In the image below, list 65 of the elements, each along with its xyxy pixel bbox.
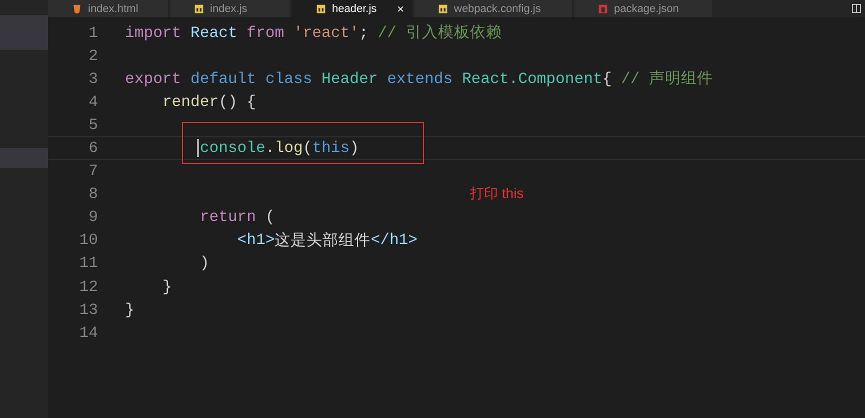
tab-label: webpack.config.js [454,2,541,14]
editor-tab[interactable]: package.json [574,0,712,17]
code-token: } [162,278,172,296]
code-token: export [125,70,182,88]
line-number: 7 [88,162,98,180]
line-number: 8 [88,185,98,204]
code-token: ) [350,139,359,158]
js-file-icon [194,4,204,14]
line-number: 4 [88,92,98,111]
code-token: Header [322,70,379,88]
code-token: extends [387,70,454,88]
code-token: </h1> [370,231,418,250]
code-token: ( [302,139,312,158]
tab-label: index.html [88,2,138,14]
code-token: from [246,24,286,42]
line-number: 9 [88,208,98,226]
code-token: ) [200,254,210,272]
code-token: ( [265,208,275,226]
code-token: 这是头部组件 [274,230,371,251]
line-number: 12 [78,278,98,296]
code-token: class [265,70,314,88]
code-token: <h1> [237,231,275,250]
sidebar-highlight [0,15,48,50]
code-token: render [162,92,219,111]
line-number: 10 [78,231,98,250]
editor-tab[interactable]: index.html [48,0,168,17]
editor-tab[interactable]: header.js × [292,0,412,17]
code-token: return [200,208,256,226]
code-token: default [190,70,258,88]
code-token: . [265,139,275,158]
tab-label: header.js [332,2,377,14]
code-token: React [190,24,238,42]
line-number: 6 [88,139,98,158]
shield-file-icon [72,4,82,14]
code-token: this [312,139,350,158]
code-comment: // 引入模板依赖 [378,23,502,44]
sidebar-highlight [0,148,48,168]
close-icon[interactable]: × [396,2,404,14]
text-cursor [196,139,199,158]
line-number: 13 [78,300,98,319]
code-comment: // 声明组件 [621,69,714,90]
line-number: 2 [88,46,98,65]
line-number: 14 [78,324,98,342]
js-file-icon [316,4,326,14]
editor-tab[interactable]: index.js [170,0,290,17]
code-token: 'react' [293,24,359,42]
editor-tab[interactable]: webpack.config.js [414,0,572,17]
tab-label: index.js [210,2,248,14]
code-token: { [602,70,613,88]
line-number: 1 [88,24,98,42]
code-token: console [200,139,266,158]
code-token: import [125,24,182,42]
js-file-icon [438,4,448,14]
line-number: 5 [88,116,98,134]
code-token: } [125,300,134,319]
code-token: log [274,139,303,158]
code-token: ; [358,24,370,42]
code-token: React.Component [462,70,602,88]
line-number: 3 [88,70,98,88]
annotation-text: 打印 this [470,185,524,203]
split-editor-icon[interactable] [852,4,861,13]
line-number: 11 [78,254,98,272]
package-file-icon [598,4,608,14]
code-token: () { [218,92,256,111]
tab-label: package.json [614,2,679,14]
